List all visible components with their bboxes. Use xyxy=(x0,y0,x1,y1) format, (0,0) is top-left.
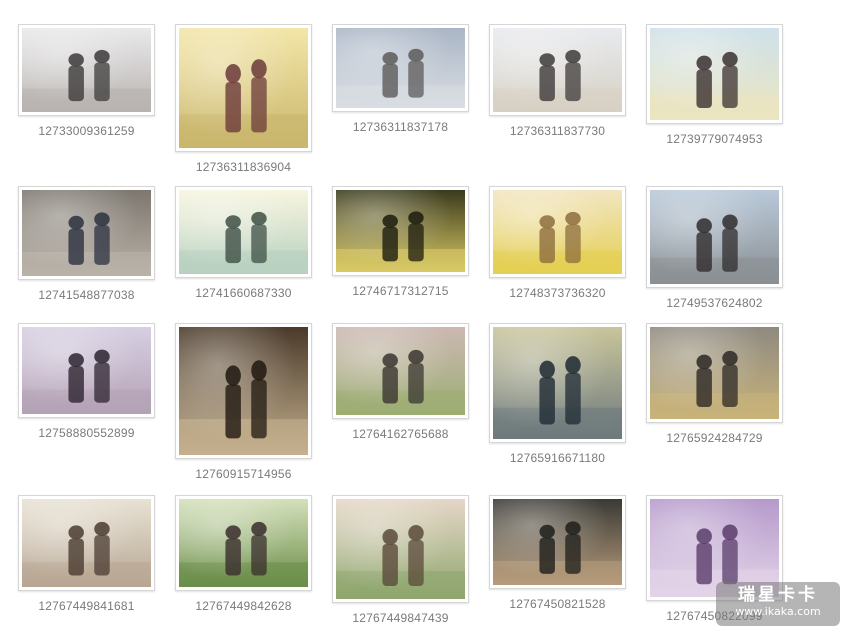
gallery-photo-frame[interactable] xyxy=(489,24,626,116)
gallery-photo-frame[interactable] xyxy=(175,186,312,278)
gallery-photo-couple-riverbank[interactable] xyxy=(336,327,465,415)
gallery-photo-couple-sunflare[interactable] xyxy=(650,327,779,419)
photo-illustration xyxy=(650,190,779,284)
gallery-photo-couple-bed[interactable] xyxy=(22,499,151,587)
gallery-photo-couple-beach-walk[interactable] xyxy=(493,28,622,112)
gallery-photo-frame[interactable] xyxy=(646,323,783,423)
gallery-photo-flower-field[interactable] xyxy=(493,190,622,274)
gallery-photo-couple-kiss[interactable] xyxy=(22,190,151,276)
gallery-photo-frame[interactable] xyxy=(18,24,155,116)
photo-caption[interactable]: 12767449841681 xyxy=(7,599,167,613)
photo-illustration xyxy=(22,327,151,414)
watermark-title: 瑞星卡卡 xyxy=(738,585,818,605)
photo-illustration xyxy=(336,499,465,599)
photo-illustration xyxy=(336,327,465,415)
photo-illustration xyxy=(22,190,151,276)
photo-gallery: 12733009361259 12736311836904 1273631183… xyxy=(0,0,848,634)
photo-illustration xyxy=(179,499,308,587)
gallery-photo-frame[interactable] xyxy=(489,495,626,589)
gallery-photo-frame[interactable] xyxy=(332,24,469,112)
photo-illustration xyxy=(493,28,622,112)
photo-caption[interactable]: 12733009361259 xyxy=(7,124,167,138)
photo-illustration xyxy=(22,499,151,587)
photo-illustration xyxy=(336,190,465,272)
gallery-photo-frame[interactable] xyxy=(175,323,312,459)
photo-illustration xyxy=(179,190,308,274)
photo-illustration xyxy=(179,28,308,148)
gallery-photo-frame[interactable] xyxy=(646,24,783,124)
gallery-photo-couple-crouching[interactable] xyxy=(179,28,308,148)
photo-caption[interactable]: 12765916671180 xyxy=(478,451,638,465)
gallery-photo-couple-sky[interactable] xyxy=(336,28,465,108)
photo-caption[interactable]: 12748373736320 xyxy=(478,286,638,300)
gallery-photo-couple-bokeh[interactable] xyxy=(22,327,151,414)
photo-caption[interactable]: 12767449842628 xyxy=(164,599,324,613)
gallery-photo-frame[interactable] xyxy=(18,323,155,418)
photo-illustration xyxy=(493,499,622,585)
photo-illustration xyxy=(650,28,779,120)
gallery-photo-frame[interactable] xyxy=(18,186,155,280)
gallery-photo-couple-storefront[interactable] xyxy=(493,499,622,585)
photo-caption[interactable]: 12746717312715 xyxy=(321,284,481,298)
photo-caption[interactable]: 12760915714956 xyxy=(164,467,324,481)
gallery-photo-frame[interactable] xyxy=(175,24,312,152)
photo-caption[interactable]: 12758880552899 xyxy=(7,426,167,440)
photo-caption[interactable]: 12736311836904 xyxy=(164,160,324,174)
photo-caption[interactable]: 12736311837178 xyxy=(321,120,481,134)
photo-illustration xyxy=(22,28,151,112)
gallery-photo-frame[interactable] xyxy=(489,186,626,278)
gallery-photo-frame[interactable] xyxy=(332,186,469,276)
photo-caption[interactable]: 12765924284729 xyxy=(635,431,795,445)
gallery-photo-beach-silhouette[interactable] xyxy=(493,327,622,439)
watermark-url: www.ikaka.com xyxy=(735,605,821,618)
gallery-photo-frame[interactable] xyxy=(489,323,626,443)
photo-caption[interactable]: 12736311837730 xyxy=(478,124,638,138)
photo-illustration xyxy=(493,327,622,439)
gallery-photo-couple-running[interactable] xyxy=(179,499,308,587)
gallery-photo-couple-piggyback[interactable] xyxy=(650,28,779,120)
gallery-photo-frame[interactable] xyxy=(332,495,469,603)
photo-caption[interactable]: 12749537624802 xyxy=(635,296,795,310)
photo-illustration xyxy=(493,190,622,274)
watermark-logo: 瑞星卡卡 www.ikaka.com xyxy=(716,582,840,626)
photo-caption[interactable]: 12767449847439 xyxy=(321,611,481,625)
photo-illustration xyxy=(336,28,465,108)
photo-caption[interactable]: 12767450821528 xyxy=(478,597,638,611)
gallery-photo-frame[interactable] xyxy=(175,495,312,591)
gallery-photo-couple-fog[interactable] xyxy=(336,190,465,272)
gallery-photo-couple-swing[interactable] xyxy=(336,499,465,599)
photo-caption[interactable]: 12741660687330 xyxy=(164,286,324,300)
photo-caption[interactable]: 12739779074953 xyxy=(635,132,795,146)
photo-illustration xyxy=(650,327,779,419)
gallery-photo-frame[interactable] xyxy=(646,186,783,288)
gallery-photo-couple-sunlight[interactable] xyxy=(179,190,308,274)
gallery-photo-frame[interactable] xyxy=(332,323,469,419)
gallery-photo-couple-embrace[interactable] xyxy=(22,28,151,112)
gallery-photo-couple-rocks[interactable] xyxy=(650,190,779,284)
photo-caption[interactable]: 12741548877038 xyxy=(7,288,167,302)
gallery-photo-frame[interactable] xyxy=(18,495,155,591)
photo-illustration xyxy=(179,327,308,455)
photo-caption[interactable]: 12764162765688 xyxy=(321,427,481,441)
gallery-photo-couple-rain-street[interactable] xyxy=(179,327,308,455)
